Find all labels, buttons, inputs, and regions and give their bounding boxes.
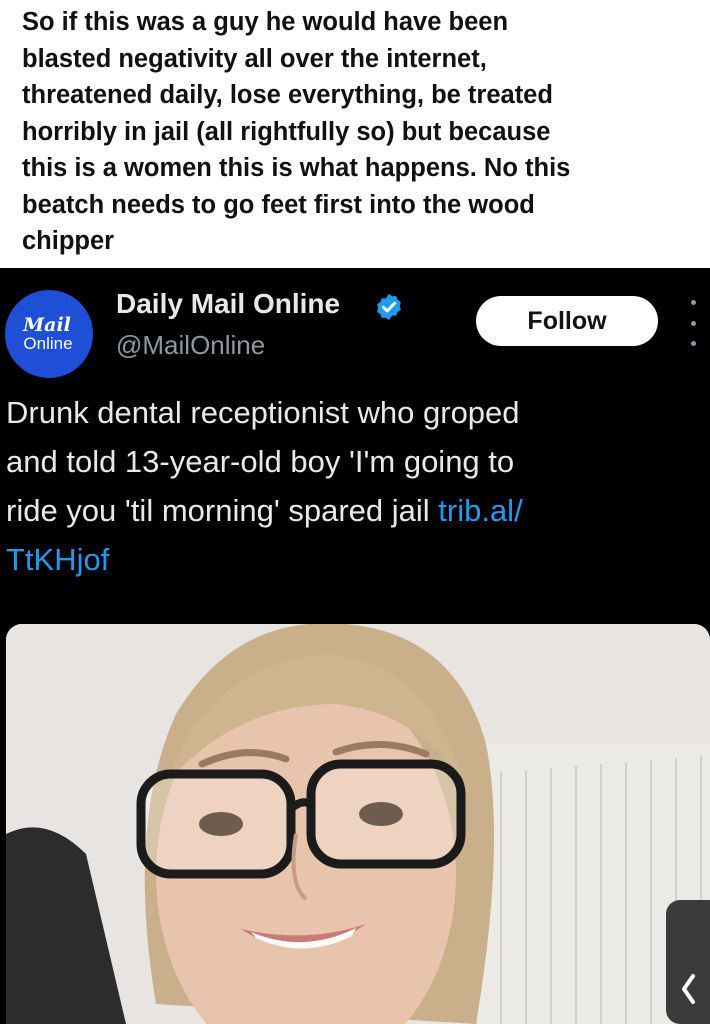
avatar[interactable]: Mail Online [5,290,93,378]
caption-line: beatch needs to go feet first into the w… [22,190,535,219]
caption-line: this is a women this is what happens. No… [22,154,571,182]
more-options-icon[interactable] [686,300,700,346]
caption-line: So if this was a guy he would have been [22,8,509,36]
caption-line: chipper [22,227,115,255]
more-dot [690,300,696,305]
tweet-text-line: ride you 'til morning' spared jail [6,493,439,528]
caption-line: threatened daily, lose everything, be tr… [22,81,553,109]
avatar-logo-line1: Mail [23,314,71,336]
tweet-link-part: trib.al/ [438,493,523,528]
back-tab[interactable] [666,900,710,1024]
tweet-link-part: TtKHjof [6,542,110,577]
user-handle[interactable]: @MailOnline [116,330,265,361]
follow-button[interactable]: Follow [476,296,658,346]
tweet-text: Drunk dental receptionist who groped and… [6,388,696,584]
caption-line: horribly in jail (all rightfully so) but… [22,117,551,146]
verified-badge-icon [377,293,401,321]
tweet-text-line: Drunk dental receptionist who groped [6,395,520,430]
more-dot [690,341,696,346]
more-dot [690,320,696,326]
avatar-logo-line2: Online [23,334,73,353]
chevron-left-icon [682,974,695,1004]
caption-text-block: So if this was a guy he would have been … [0,0,710,268]
photo-illustration [6,624,710,1024]
tweet-text-line: and told 13-year-old boy 'I'm going to [6,444,515,479]
display-name[interactable]: Daily Mail Online [116,288,340,320]
tweet-photo[interactable] [6,624,710,1024]
caption-line: blasted negativity all over the internet… [22,44,487,73]
